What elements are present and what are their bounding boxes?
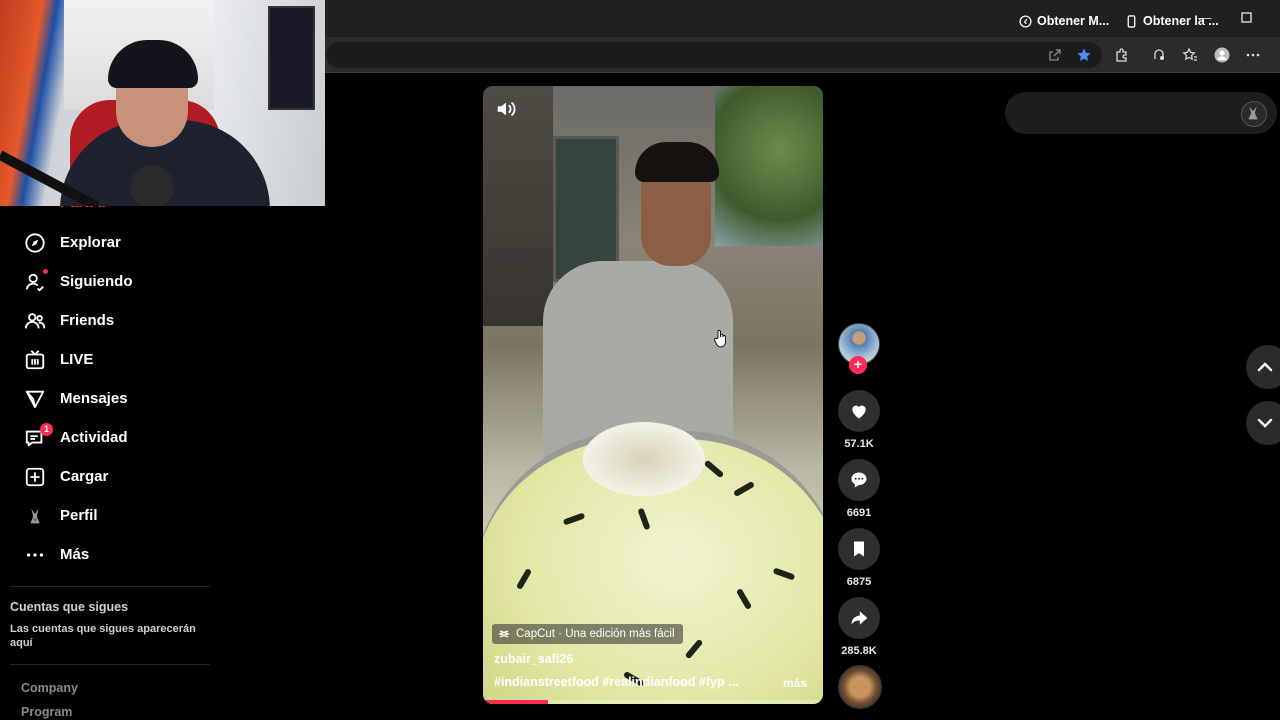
share-button[interactable] — [838, 597, 880, 639]
video-progress-fill — [483, 700, 548, 704]
follow-plus-button[interactable]: + — [849, 356, 867, 374]
maximize-icon — [1240, 12, 1252, 23]
save-count: 6875 — [846, 576, 872, 588]
friends-icon — [24, 310, 46, 332]
compass-icon — [24, 232, 46, 254]
maximize-button[interactable] — [1236, 9, 1256, 27]
open-external-icon[interactable] — [1044, 44, 1066, 66]
sidebar-item-following[interactable]: Siguiendo — [0, 265, 215, 299]
user-avatar[interactable] — [1241, 101, 1267, 127]
sidebar-item-more[interactable]: Más — [0, 538, 215, 572]
profile-avatar-icon — [1248, 106, 1258, 120]
more-dots-icon — [24, 544, 46, 566]
notification-dot — [43, 269, 48, 274]
chevron-down-icon — [1257, 418, 1273, 428]
video-scene-person-hair — [635, 142, 719, 182]
read-aloud-icon[interactable] — [1148, 44, 1170, 66]
webcam-overlay — [0, 0, 325, 206]
share-count: 285.8K — [841, 645, 877, 657]
comment-button[interactable] — [838, 459, 880, 501]
comment-count: 6691 — [846, 507, 872, 519]
profile-icon[interactable] — [1211, 44, 1233, 66]
like-count: 57.1K — [844, 438, 874, 450]
webcam-poster — [268, 6, 315, 110]
hand-cursor-icon — [714, 329, 726, 348]
sidebar-item-label: Mensajes — [60, 390, 128, 407]
top-actions-bar — [1005, 92, 1277, 134]
profile-avatar-icon — [24, 505, 46, 527]
get-coins-button[interactable]: Obtener M... — [1019, 0, 1109, 42]
video-hashtags[interactable]: #indianstreetfood #realindianfood #fyp .… — [494, 675, 738, 689]
sidebar-item-profile[interactable]: Perfil — [0, 499, 215, 533]
sidebar-item-label: Más — [60, 546, 90, 563]
sidebar-item-label: LIVE — [60, 351, 94, 368]
notification-badge: 1 — [40, 423, 53, 436]
microphone — [130, 165, 174, 206]
volume-icon[interactable] — [495, 98, 517, 120]
chevron-up-icon — [1257, 362, 1273, 372]
video-author[interactable]: zubair_safi26 — [494, 652, 573, 666]
video-scene-wall — [483, 86, 553, 326]
get-coins-label: Obtener M... — [1037, 14, 1110, 28]
next-video-button[interactable] — [1246, 401, 1280, 445]
share-icon — [851, 611, 868, 625]
phone-icon — [1127, 14, 1136, 28]
send-icon — [24, 388, 46, 410]
sidebar-item-label: Explorar — [60, 234, 121, 251]
upload-icon — [24, 466, 46, 488]
heart-icon — [852, 405, 866, 419]
sidebar-item-live[interactable]: LIVE — [0, 343, 215, 377]
star-icon[interactable] — [1073, 44, 1095, 66]
sidebar-item-label: Cargar — [60, 468, 109, 485]
get-app-button[interactable]: Obtener la ... — [1125, 0, 1219, 42]
sidebar-divider — [10, 586, 210, 587]
sidebar-item-label: Friends — [60, 312, 115, 329]
more-icon[interactable] — [1242, 44, 1264, 66]
sidebar-item-messages[interactable]: Mensajes — [0, 382, 215, 416]
video-player[interactable]: CapCut · Una edición más fácil zubair_sa… — [483, 86, 823, 704]
coin-icon — [1019, 14, 1032, 28]
following-icon — [24, 271, 46, 293]
sidebar-divider — [10, 664, 210, 665]
capcut-icon — [498, 630, 510, 638]
music-disc[interactable] — [838, 665, 882, 709]
sidebar-item-label: Actividad — [60, 429, 128, 446]
previous-video-button[interactable] — [1246, 345, 1280, 389]
comment-icon — [851, 472, 867, 488]
sidebar-item-upload[interactable]: Cargar — [0, 460, 215, 494]
live-tv-icon — [24, 349, 46, 371]
favorites-icon[interactable] — [1179, 44, 1201, 66]
save-button[interactable] — [838, 528, 880, 570]
sidebar-item-activity[interactable]: 1 Actividad — [0, 421, 215, 455]
extensions-icon[interactable] — [1111, 44, 1133, 66]
sidebar-item-label: Perfil — [60, 507, 98, 524]
address-bar[interactable] — [326, 42, 1102, 68]
capcut-badge[interactable]: CapCut · Una edición más fácil — [492, 624, 683, 644]
video-progress-track[interactable] — [483, 700, 823, 704]
bookmark-icon — [854, 541, 864, 557]
like-button[interactable] — [838, 390, 880, 432]
more-description-link[interactable]: más — [783, 676, 807, 690]
capcut-label: CapCut · Una edición más fácil — [516, 628, 675, 640]
video-scene-plate — [583, 422, 705, 496]
sidebar-item-explore[interactable]: Explorar — [0, 226, 215, 260]
sidebar-item-label: Siguiendo — [60, 273, 133, 290]
footer-link-company[interactable]: Company — [21, 681, 78, 695]
sidebar-item-friends[interactable]: Friends — [0, 304, 215, 338]
footer-link-program[interactable]: Program — [21, 705, 72, 719]
get-app-label: Obtener la ... — [1143, 14, 1219, 28]
video-scene-trees — [715, 86, 823, 246]
following-accounts-title: Cuentas que sigues — [10, 600, 129, 614]
following-accounts-description: Las cuentas que sigues aparecerán aquí — [10, 623, 196, 649]
